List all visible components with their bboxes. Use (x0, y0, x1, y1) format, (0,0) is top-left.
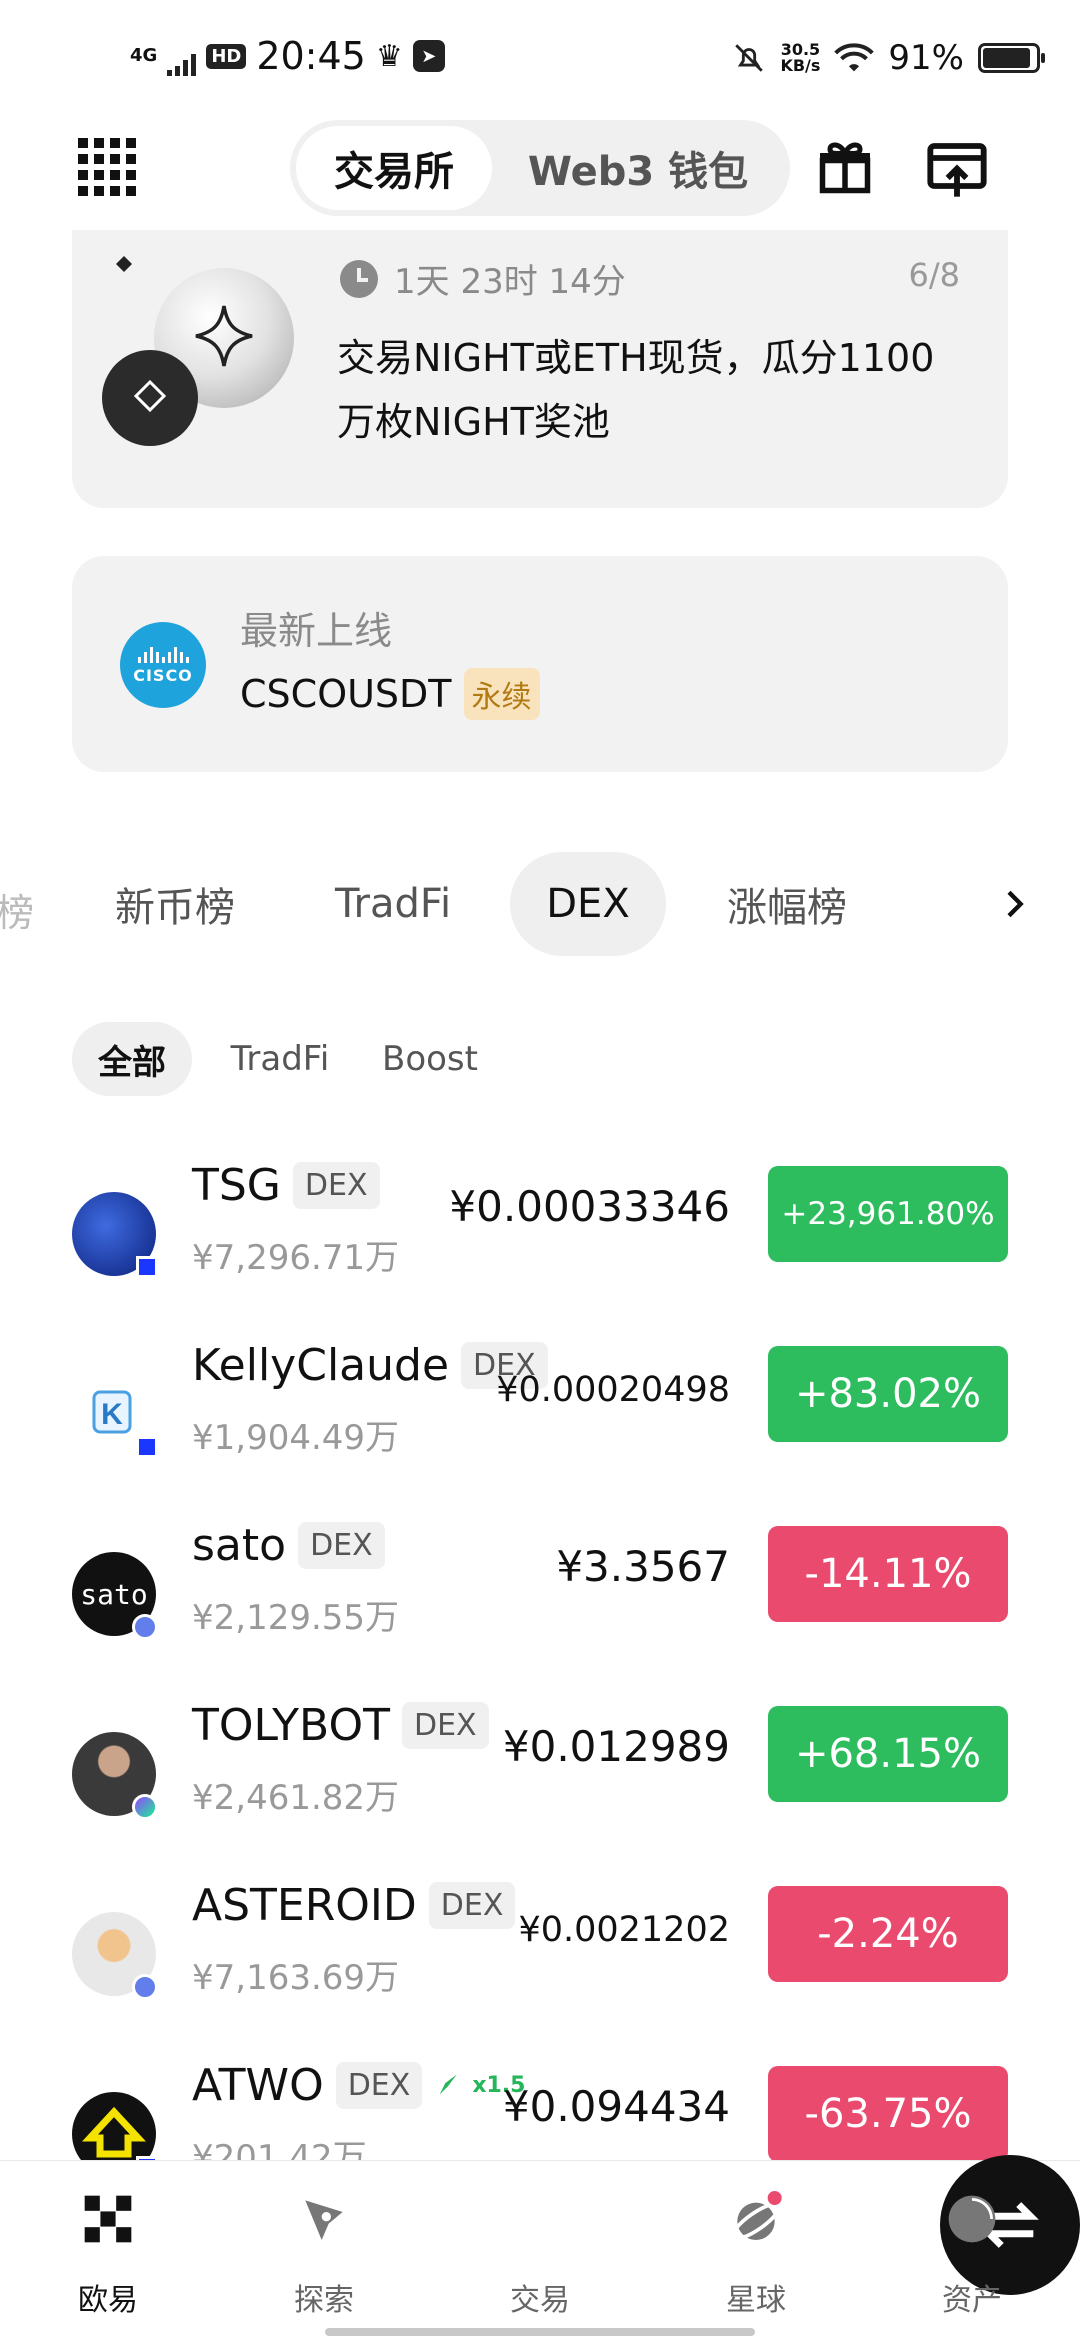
tab-new-coins[interactable]: 新币榜 (100, 852, 250, 956)
dex-tag: DEX (292, 1162, 380, 1209)
planet-icon (730, 2188, 784, 2241)
clock-time: 20:45 (256, 34, 366, 78)
chip-tradfi[interactable]: TradFi (220, 1022, 340, 1096)
nav-assets[interactable]: 资产 (902, 2191, 1042, 2319)
dex-tag: DEX (335, 2062, 423, 2109)
token-name: ASTEROID (192, 1880, 417, 1931)
dex-tag: DEX (428, 1882, 516, 1929)
wifi-icon (834, 43, 875, 72)
token-price: ¥0.0021202 (518, 1910, 730, 1950)
status-bar: 4G HD 20:45 ♛ ➤ 30.5 KB/s 91% (0, 0, 1080, 120)
token-avatar (72, 1912, 158, 2000)
token-name: TOLYBOT (192, 1700, 390, 1751)
rocket-icon (438, 2074, 457, 2094)
token-name: TSG (192, 1160, 281, 1211)
tab-dex[interactable]: DEX (510, 852, 666, 956)
perpetual-badge: 永续 (463, 668, 540, 720)
token-name: sato (192, 1520, 287, 1571)
token-volume: ¥7,163.69万 (192, 1958, 400, 1998)
token-volume: ¥2,129.55万 (192, 1598, 400, 1638)
chain-badge-icon (136, 1256, 158, 1278)
token-avatar: K (72, 1372, 158, 1458)
token-avatar: sato (72, 1552, 158, 1640)
eth-chain-icon (132, 1614, 158, 1640)
category-tabs: 榜 新币榜 TradFi DEX 涨幅榜 (0, 852, 1080, 956)
chevron-right-icon[interactable] (994, 884, 1034, 924)
change-badge[interactable]: -2.24% (768, 1886, 1008, 1982)
token-row-tolybot[interactable]: TOLYBOT DEX ¥2,461.82万 ¥0.012989 +68.15% (0, 1700, 1080, 1880)
okx-logo-icon (84, 2195, 132, 2243)
change-badge[interactable]: -63.75% (768, 2066, 1008, 2162)
promo-token-art-icon (102, 256, 294, 446)
nav-trade[interactable]: 交易 (470, 2155, 1080, 2319)
token-avatar (72, 1732, 158, 1820)
chip-boost[interactable]: Boost (370, 1022, 490, 1096)
token-row-asteroid[interactable]: ASTEROID DEX ¥7,163.69万 ¥0.0021202 -2.24… (0, 1880, 1080, 2060)
category-tab-partial[interactable]: 榜 (0, 882, 34, 937)
token-name: ATWO (192, 2060, 324, 2111)
token-price: ¥0.00020498 (496, 1370, 730, 1410)
home-indicator (325, 2328, 755, 2336)
new-listing-card[interactable]: CISCO 最新上线 CSCOUSDT 永续 (72, 556, 1008, 772)
token-row-kellyclaude[interactable]: K KellyClaude DEX ¥1,904.49万 ¥0.00020498… (0, 1340, 1080, 1520)
svg-text:K: K (101, 1398, 123, 1431)
change-badge[interactable]: +83.02% (768, 1346, 1008, 1442)
promo-page-indicator: 6/8 (908, 256, 961, 294)
gift-icon[interactable] (815, 138, 875, 198)
tab-tradfi[interactable]: TradFi (318, 852, 468, 956)
clock-icon (340, 259, 378, 298)
nav-planet[interactable]: 星球 (686, 2188, 826, 2319)
token-price: ¥0.00033346 (449, 1182, 730, 1231)
top-header: 交易所 Web3 钱包 (0, 110, 1080, 225)
new-listing-label: 最新上线 (240, 609, 393, 653)
promo-title: 交易NIGHT或ETH现货，瓜分1100万枚NIGHT奖池 (337, 336, 935, 444)
token-name: KellyClaude (192, 1340, 450, 1391)
compass-icon (305, 2200, 343, 2240)
token-volume: ¥1,904.49万 (192, 1418, 400, 1458)
mode-switch: 交易所 Web3 钱包 (290, 120, 790, 216)
network-type: 4G (130, 45, 158, 66)
token-volume: ¥7,296.71万 (192, 1238, 400, 1278)
change-badge[interactable]: -14.11% (768, 1526, 1008, 1622)
telegram-icon: ➤ (412, 40, 445, 72)
menu-grid-icon[interactable] (78, 138, 136, 196)
mute-bell-icon (735, 44, 764, 72)
chip-all[interactable]: 全部 (72, 1022, 192, 1096)
token-volume: ¥2,461.82万 (192, 1778, 400, 1818)
new-listing-symbol: CSCOUSDT (240, 672, 452, 716)
hd-icon: HD (206, 43, 247, 69)
signal-icon (167, 50, 197, 76)
change-badge[interactable]: +68.15% (768, 1706, 1008, 1802)
tab-exchange[interactable]: 交易所 (296, 126, 492, 210)
token-row-tsg[interactable]: TSG DEX ¥7,296.71万 ¥0.00033346 +23,961.8… (0, 1160, 1080, 1340)
token-price: ¥0.094434 (502, 2082, 730, 2131)
dex-tag: DEX (401, 1702, 489, 1749)
nav-okx[interactable]: 欧易 (38, 2191, 178, 2319)
battery-percent: 91% (888, 38, 964, 78)
tab-gainers[interactable]: 涨幅榜 (712, 852, 862, 956)
nav-explore[interactable]: 探索 (254, 2191, 394, 2319)
tab-web3-wallet[interactable]: Web3 钱包 (492, 126, 784, 210)
bottom-nav: 欧易 探索 交易 星球 资产 (0, 2155, 1080, 2340)
network-speed: 30.5 KB/s (780, 40, 821, 75)
eth-chain-icon (132, 1974, 158, 2000)
pie-chart-icon (948, 2195, 996, 2243)
battery-icon (978, 43, 1045, 73)
dex-tag: DEX (298, 1522, 385, 1569)
cisco-logo: CISCO (120, 622, 206, 708)
change-badge[interactable]: +23,961.80% (768, 1166, 1008, 1262)
token-price: ¥3.3567 (556, 1542, 730, 1591)
token-avatar (72, 1192, 158, 1278)
sol-chain-icon (132, 1794, 158, 1820)
promo-countdown: 1天 23时 14分 (340, 254, 626, 303)
crown-icon: ♛ (375, 38, 403, 74)
promo-banner[interactable]: 1天 23时 14分 6/8 交易NIGHT或ETH现货，瓜分1100万枚NIG… (72, 230, 1008, 508)
token-price: ¥0.012989 (502, 1722, 730, 1771)
deposit-icon[interactable] (925, 138, 989, 202)
chain-badge-icon (136, 1436, 158, 1458)
token-row-sato[interactable]: sato sato DEX ¥2,129.55万 ¥3.3567 -14.11% (0, 1520, 1080, 1700)
